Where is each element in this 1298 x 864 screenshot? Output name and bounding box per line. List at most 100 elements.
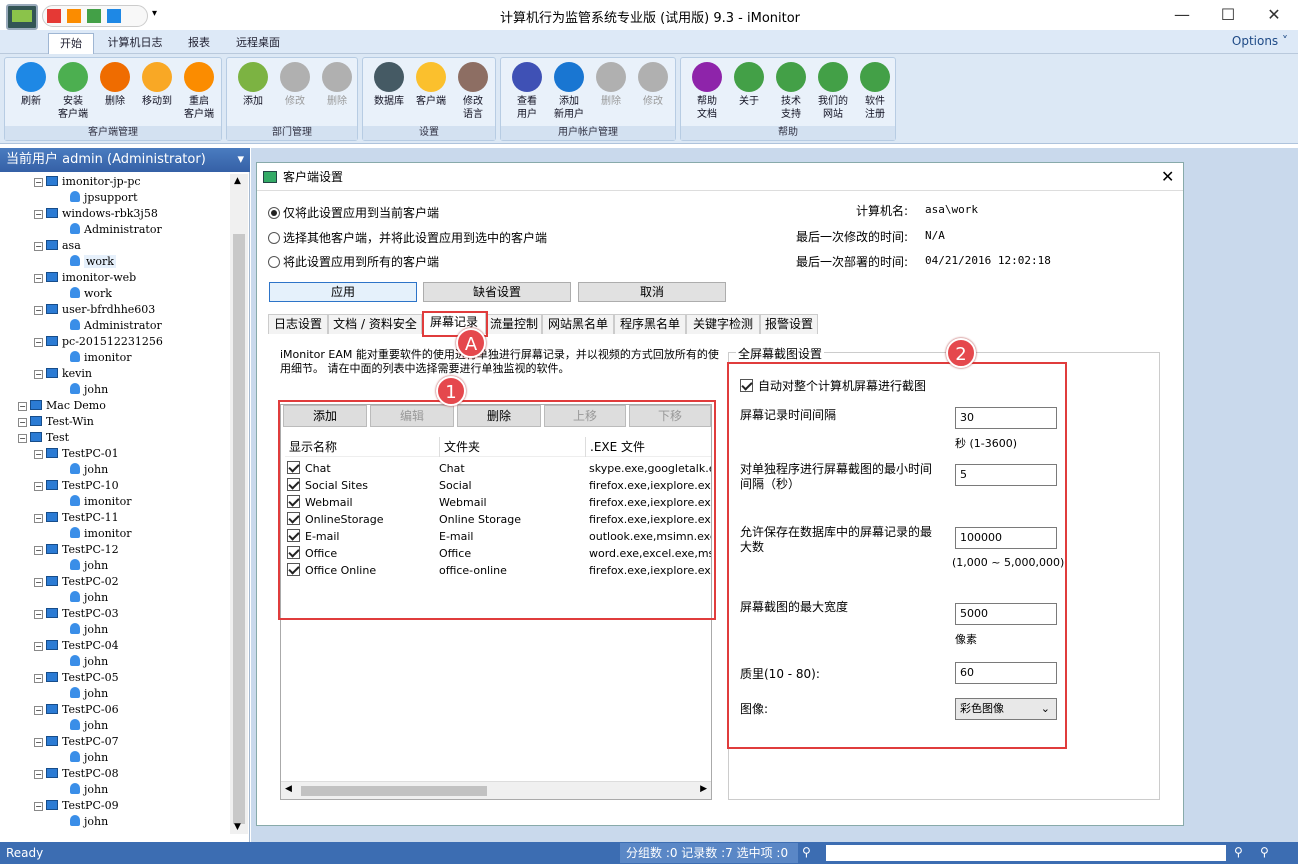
tree-node-user[interactable]: john	[70, 686, 108, 702]
chart-bar-icon[interactable]	[47, 9, 61, 23]
search-icon[interactable]: ⚲	[802, 845, 811, 859]
tab-alert-settings[interactable]: 报警设置	[760, 314, 818, 334]
tree-node-user[interactable]: Administrator	[70, 318, 162, 334]
tree-node-user[interactable]: work	[70, 254, 116, 270]
tree-toggle-icon[interactable]: −	[34, 338, 43, 347]
tree-toggle-icon[interactable]: −	[34, 242, 43, 251]
tree-toggle-icon[interactable]: −	[18, 418, 27, 427]
maximize-button[interactable]: ☐	[1206, 2, 1250, 28]
tree-toggle-icon[interactable]: −	[34, 450, 43, 459]
tree-node-user[interactable]: john	[70, 590, 108, 606]
ribbon-button[interactable]: 技术 支持	[769, 62, 813, 121]
radio-apply-current[interactable]: 仅将此设置应用到当前客户端	[268, 204, 439, 221]
scroll-down-icon[interactable]: ▼	[234, 822, 241, 832]
tree-node-pc[interactable]: − TestPC-10	[34, 478, 119, 494]
tree-toggle-icon[interactable]: −	[34, 738, 43, 747]
defaults-button[interactable]: 缺省设置	[423, 282, 571, 302]
tree-toggle-icon[interactable]: −	[34, 514, 43, 523]
tree-node-pc[interactable]: − TestPC-04	[34, 638, 119, 654]
tree-node-group[interactable]: − Mac Demo	[18, 398, 106, 414]
tab-document-security[interactable]: 文档 / 资料安全	[328, 314, 422, 334]
tree-toggle-icon[interactable]: −	[34, 706, 43, 715]
tab-remote-desktop[interactable]: 远程桌面	[228, 33, 288, 54]
tree-toggle-icon[interactable]: −	[34, 674, 43, 683]
tree-node-pc[interactable]: − kevin	[34, 366, 92, 382]
dialog-close-icon[interactable]: ✕	[1161, 167, 1174, 186]
ribbon-button[interactable]: 修改 语言	[451, 62, 495, 121]
tree-node-user[interactable]: john	[70, 654, 108, 670]
tab-website-blacklist[interactable]: 网站黑名单	[542, 314, 614, 334]
app-logo-icon[interactable]	[6, 4, 38, 30]
options-menu[interactable]: Options ˅	[1232, 34, 1288, 48]
tree-toggle-icon[interactable]: −	[34, 178, 43, 187]
tree-node-user[interactable]: john	[70, 558, 108, 574]
ribbon-button[interactable]: 数据库	[367, 62, 411, 108]
radio-apply-selected[interactable]: 选择其他客户端，并将此设置应用到选中的客户端	[268, 229, 547, 246]
tree-node-pc[interactable]: − TestPC-07	[34, 734, 119, 750]
tree-node-pc[interactable]: − pc-201512231256	[34, 334, 163, 350]
scrollbar-thumb[interactable]	[233, 234, 245, 824]
tree-toggle-icon[interactable]: −	[34, 642, 43, 651]
tree-toggle-icon[interactable]: −	[34, 210, 43, 219]
ribbon-button[interactable]: 查看 用户	[505, 62, 549, 121]
chart-line-icon[interactable]	[87, 9, 101, 23]
minimize-button[interactable]: —	[1160, 2, 1204, 28]
apply-button[interactable]: 应用	[269, 282, 417, 302]
zoom-icon[interactable]: ⚲	[1234, 845, 1243, 859]
monitor-icon[interactable]	[107, 9, 121, 23]
tree-node-pc[interactable]: − TestPC-02	[34, 574, 119, 590]
tree-node-user[interactable]: imonitor	[70, 526, 131, 542]
ribbon-button[interactable]: 软件 注册	[853, 62, 897, 121]
tree-node-pc[interactable]: − user-bfrdhhe603	[34, 302, 155, 318]
close-button[interactable]: ✕	[1252, 2, 1296, 28]
tree-node-user[interactable]: imonitor	[70, 350, 131, 366]
tree-toggle-icon[interactable]: −	[18, 434, 27, 443]
tree-node-user[interactable]: work	[70, 286, 112, 302]
ribbon-button[interactable]: 修改	[631, 62, 675, 108]
tab-computer-log[interactable]: 计算机日志	[100, 33, 170, 54]
chart-icon[interactable]	[67, 9, 81, 23]
ribbon-button[interactable]: 添加 新用户	[547, 62, 591, 121]
ribbon-button[interactable]: 添加	[231, 62, 275, 108]
tree-toggle-icon[interactable]: −	[18, 402, 27, 411]
tree-node-pc[interactable]: − TestPC-05	[34, 670, 119, 686]
ribbon-button[interactable]: 关于	[727, 62, 771, 108]
tab-program-blacklist[interactable]: 程序黑名单	[614, 314, 686, 334]
scroll-up-icon[interactable]: ▲	[234, 176, 241, 186]
tree-toggle-icon[interactable]: −	[34, 610, 43, 619]
tab-start[interactable]: 开始	[48, 33, 94, 54]
tree-node-pc[interactable]: − windows-rbk3j58	[34, 206, 158, 222]
tree-toggle-icon[interactable]: −	[34, 274, 43, 283]
ribbon-button[interactable]: 删除	[315, 62, 359, 108]
chevron-down-icon[interactable]: ▾	[237, 148, 244, 172]
current-user-header[interactable]: 当前用户 admin (Administrator) ▾	[0, 148, 250, 172]
ribbon-button[interactable]: 刷新	[9, 62, 53, 108]
tree-node-user[interactable]: john	[70, 718, 108, 734]
radio-dot-icon[interactable]	[268, 256, 280, 268]
quick-access-toolbar[interactable]	[42, 5, 148, 27]
tree-node-user[interactable]: john	[70, 782, 108, 798]
tree-toggle-icon[interactable]: −	[34, 770, 43, 779]
ribbon-button[interactable]: 帮助 文档	[685, 62, 729, 121]
tree-node-user[interactable]: john	[70, 814, 108, 830]
tab-reports[interactable]: 报表	[178, 33, 220, 54]
tree-node-user[interactable]: Administrator	[70, 222, 162, 238]
tree-node-user[interactable]: john	[70, 382, 108, 398]
tree-scrollbar[interactable]: ▲ ▼	[230, 174, 248, 834]
tree-node-group[interactable]: − Test	[18, 430, 69, 446]
ribbon-button[interactable]: 安装 客户端	[51, 62, 95, 121]
ribbon-button[interactable]: 删除	[93, 62, 137, 108]
scroll-right-icon[interactable]: ▶	[700, 784, 707, 794]
tree-node-pc[interactable]: − TestPC-12	[34, 542, 119, 558]
tree-toggle-icon[interactable]: −	[34, 370, 43, 379]
tree-node-group[interactable]: − Test-Win	[18, 414, 94, 430]
zoom-icon[interactable]: ⚲	[1260, 845, 1269, 859]
scrollbar-thumb[interactable]	[301, 786, 487, 796]
list-horizontal-scrollbar[interactable]: ◀ ▶	[281, 781, 711, 799]
tree-node-pc[interactable]: − TestPC-11	[34, 510, 119, 526]
status-search-input[interactable]	[826, 845, 1226, 861]
tree-node-pc[interactable]: − TestPC-06	[34, 702, 119, 718]
tree-node-user[interactable]: jpsupport	[70, 190, 138, 206]
ribbon-button[interactable]: 重启 客户端	[177, 62, 221, 121]
tree-node-pc[interactable]: − TestPC-01	[34, 446, 119, 462]
